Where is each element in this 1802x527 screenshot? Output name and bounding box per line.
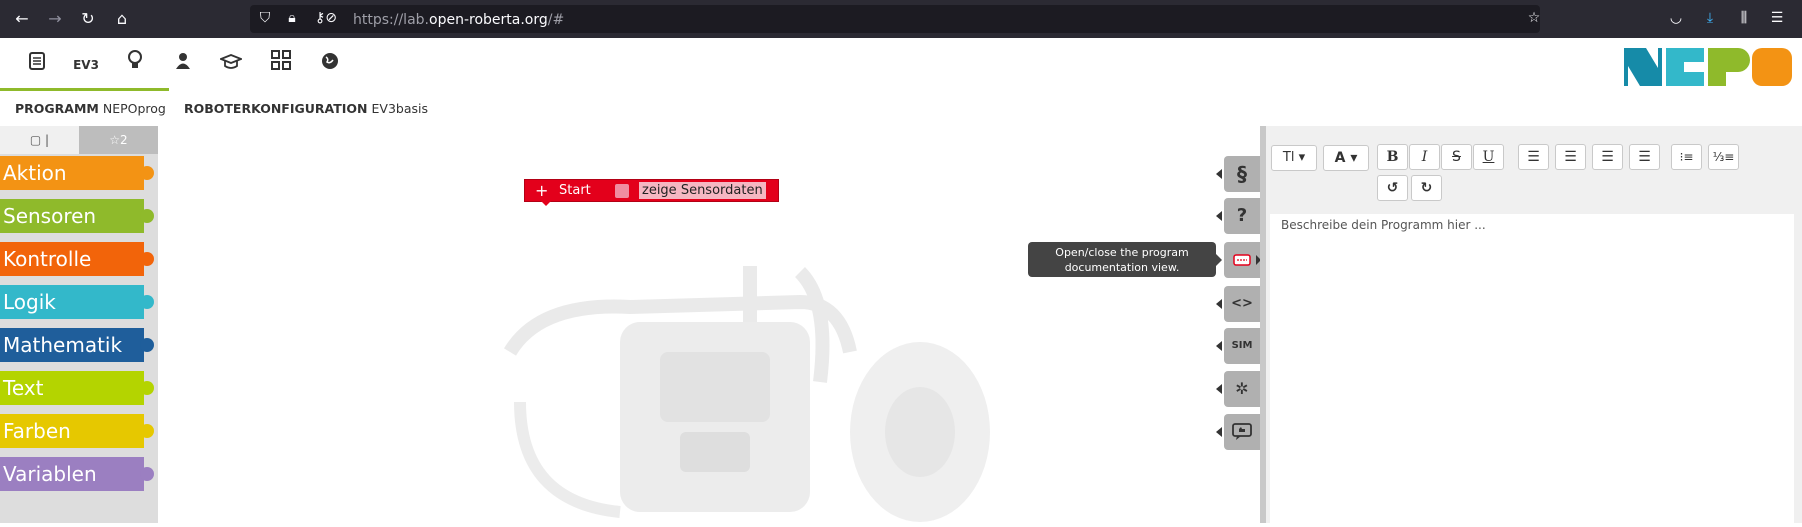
documentation-tooltip: Open/close the program documentation vie…: [1028, 242, 1222, 277]
back-icon[interactable]: ←: [12, 9, 32, 29]
menu-icon[interactable]: ☰: [1768, 10, 1786, 26]
arrow-left-icon: [1216, 299, 1222, 309]
documentation-button[interactable]: [1224, 242, 1260, 278]
arrow-left-icon: [1216, 341, 1222, 351]
tab-program-label[interactable]: PROGRAMM NEPOprog: [15, 101, 166, 116]
redo-icon[interactable]: ↻: [1411, 175, 1442, 201]
documentation-editor[interactable]: Beschreibe dein Programm hier ...: [1270, 214, 1794, 523]
undo-icon[interactable]: ↺: [1377, 175, 1408, 201]
library-icon[interactable]: ⫼: [1735, 10, 1753, 26]
user-icon[interactable]: [168, 50, 198, 80]
code-view-button[interactable]: §: [1224, 156, 1260, 192]
globe-icon[interactable]: [315, 50, 345, 80]
grid-icon[interactable]: [266, 50, 296, 80]
category-farben[interactable]: Farben: [0, 414, 154, 448]
font-size-button[interactable]: Tl ▾: [1271, 145, 1317, 171]
underline-button[interactable]: U: [1473, 144, 1504, 170]
simulation-button[interactable]: SIM: [1224, 328, 1260, 364]
italic-button[interactable]: I: [1409, 144, 1440, 170]
reload-icon[interactable]: ↻: [78, 9, 98, 29]
debug-bug-icon[interactable]: ✲: [1224, 371, 1260, 407]
feedback-chat-button[interactable]: [1224, 414, 1260, 450]
permissions-icon[interactable]: ⚷⊘: [309, 10, 343, 26]
arrow-left-icon: [1216, 169, 1222, 179]
graduation-cap-icon[interactable]: [216, 50, 246, 80]
url-text[interactable]: https://lab.open-roberta.org/#: [353, 12, 564, 28]
start-block-option: zeige Sensordaten: [639, 182, 766, 199]
arrow-left-icon: [1216, 384, 1222, 394]
category-logik[interactable]: Logik: [0, 285, 154, 319]
start-block[interactable]: + Start zeige Sensordaten: [524, 179, 779, 202]
arrow-left-icon: [1216, 211, 1222, 221]
nepo-logo: [1622, 38, 1794, 98]
category-kontrolle[interactable]: Kontrolle: [0, 242, 154, 276]
tab-program[interactable]: [0, 62, 169, 91]
start-block-label: Start: [559, 183, 591, 198]
add-icon[interactable]: +: [535, 181, 548, 200]
block-connector: [541, 201, 551, 206]
toolbox-tab-expert[interactable]: ☆2: [79, 126, 158, 154]
category-aktion[interactable]: Aktion: [0, 156, 154, 190]
numbered-list-icon[interactable]: ⅓≡: [1708, 144, 1739, 170]
font-color-button[interactable]: A ▾: [1323, 145, 1369, 171]
help-button[interactable]: ?: [1224, 198, 1260, 234]
home-icon[interactable]: ⌂: [112, 9, 132, 29]
bullet-list-icon[interactable]: ⁝≡: [1671, 144, 1702, 170]
strikethrough-button[interactable]: S: [1441, 144, 1472, 170]
bold-button[interactable]: B: [1377, 144, 1408, 170]
lock-icon[interactable]: 🔒︎: [283, 10, 301, 26]
category-mathematik[interactable]: Mathematik: [0, 328, 154, 362]
pocket-icon[interactable]: ◡: [1667, 10, 1685, 26]
editor-placeholder: Beschreibe dein Programm hier ...: [1281, 218, 1486, 232]
source-code-button[interactable]: <>: [1224, 286, 1260, 322]
category-text[interactable]: Text: [0, 371, 154, 405]
align-justify-icon[interactable]: ☰: [1629, 144, 1660, 170]
shield-icon[interactable]: ⛉: [256, 10, 274, 26]
bookmark-star-icon[interactable]: ☆: [1525, 10, 1543, 26]
forward-icon[interactable]: →: [45, 9, 65, 29]
arrow-left-icon: [1216, 427, 1222, 437]
sensor-checkbox[interactable]: [615, 184, 629, 198]
toolbox-tab-beginner[interactable]: ▢ |: [0, 126, 79, 154]
ev3-robot-background-image: [500, 262, 1040, 523]
category-variablen[interactable]: Variablen: [0, 457, 154, 491]
align-center-icon[interactable]: ☰: [1555, 144, 1586, 170]
download-icon[interactable]: ⤓: [1701, 10, 1719, 26]
align-left-icon[interactable]: ☰: [1518, 144, 1549, 170]
align-right-icon[interactable]: ☰: [1592, 144, 1623, 170]
category-sensoren[interactable]: Sensoren: [0, 199, 154, 233]
tab-robot-config-label[interactable]: ROBOTERKONFIGURATION EV3basis: [184, 101, 428, 116]
